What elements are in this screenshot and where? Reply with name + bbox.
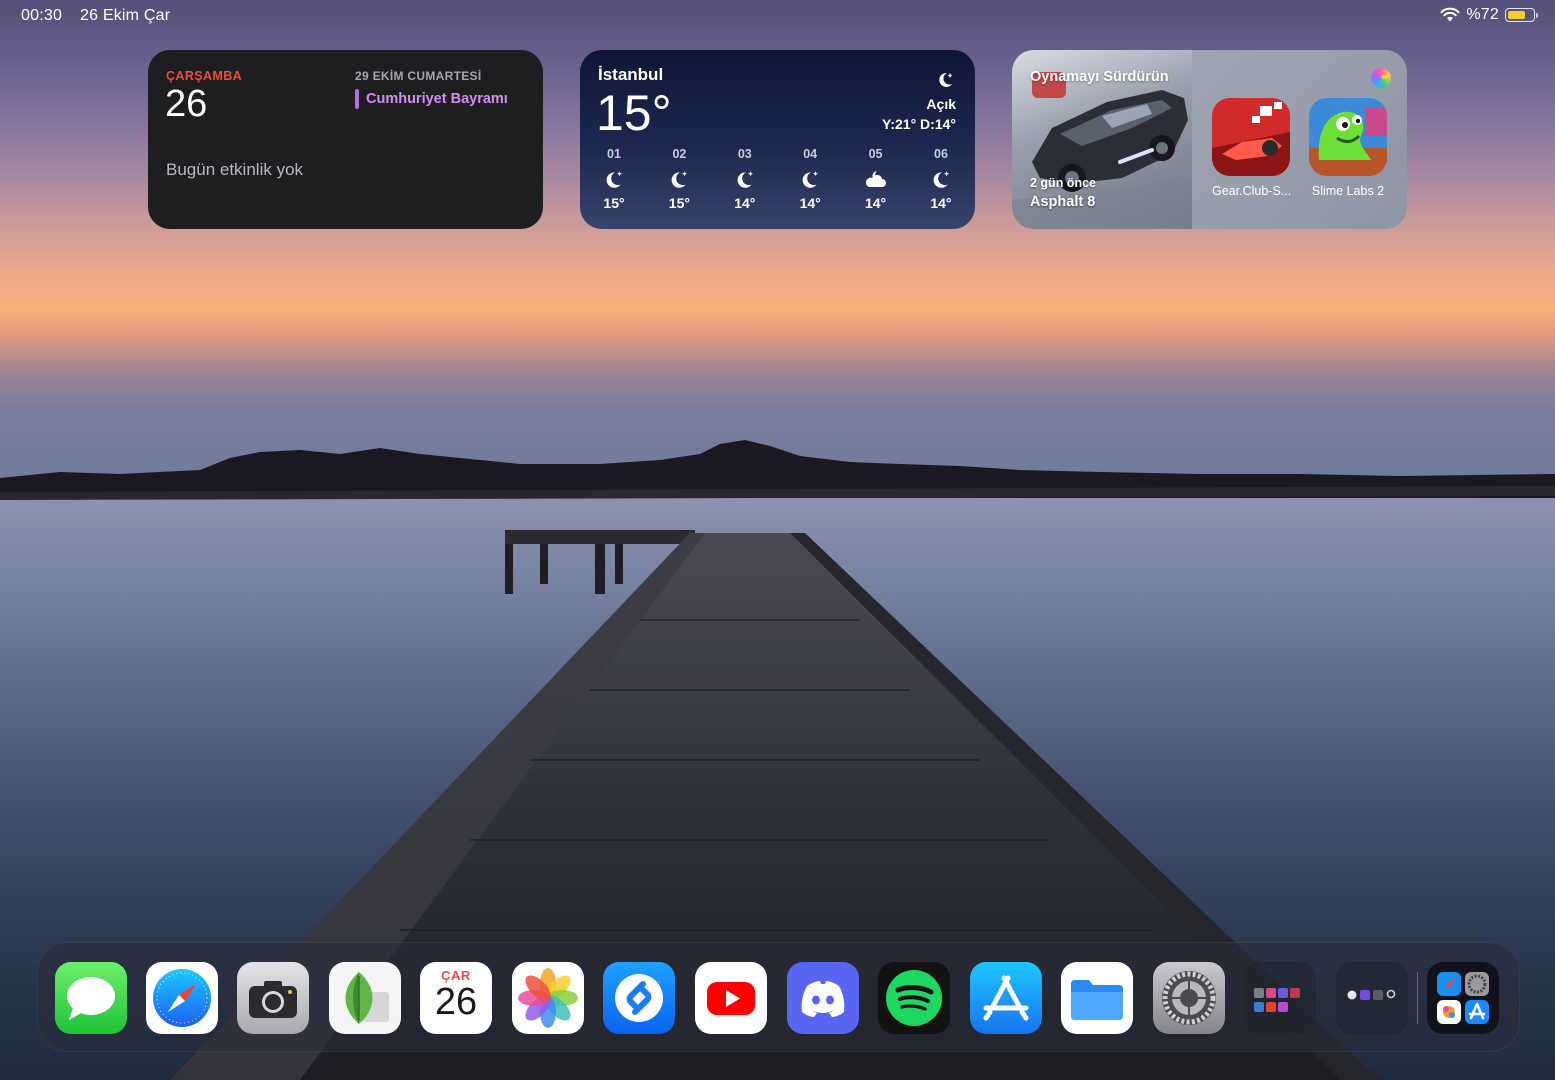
- dock-app-spotify[interactable]: [878, 962, 950, 1034]
- game-last-played-time: 2 gün önce: [1030, 176, 1096, 190]
- dock-app-discord[interactable]: [787, 962, 859, 1034]
- status-date: 26 Ekim Çar: [80, 7, 171, 24]
- calendar-day-number: 26: [165, 83, 208, 125]
- weather-temperature: 15°: [596, 85, 672, 141]
- game-center-icon: [1371, 68, 1391, 88]
- calendar-icon-month: ÇAR: [441, 968, 471, 983]
- status-time: 00:30: [21, 7, 63, 24]
- weather-hour-temp: 14°: [930, 195, 952, 211]
- dock-app-messages[interactable]: [55, 962, 127, 1034]
- gear-club-icon: [1212, 98, 1290, 176]
- weather-hour-temp: 15°: [603, 195, 625, 211]
- battery-icon: [1505, 8, 1538, 22]
- game-app-label: Gear.Club-S...: [1212, 184, 1292, 198]
- moon-stars-icon: [603, 165, 625, 193]
- photos-icon: [518, 968, 578, 1028]
- weather-hour-label: 06: [934, 147, 948, 161]
- battery-fill: [1508, 11, 1526, 19]
- weather-widget[interactable]: İstanbul 15° Açık Y:21° D:14° 01 15° 02 …: [580, 50, 975, 229]
- cloud-moon-icon: [863, 165, 889, 193]
- weather-hour-label: 02: [672, 147, 687, 161]
- dock-app-snapseed[interactable]: [329, 962, 401, 1034]
- weather-hour: 06 14°: [921, 147, 961, 211]
- dock-app-calendar[interactable]: ÇAR 26: [420, 962, 492, 1034]
- app-store-icon: [970, 962, 1042, 1034]
- games-folder-icon: [1254, 988, 1300, 1012]
- youtube-icon: [707, 982, 755, 1015]
- weather-hour: 04 14°: [790, 147, 830, 211]
- dock: ÇAR 26: [37, 942, 1520, 1052]
- moon-stars-icon: [734, 165, 756, 193]
- snapseed-icon: [329, 962, 401, 1034]
- utilities-folder-icon: [1347, 989, 1396, 1000]
- dock-divider: [1417, 972, 1418, 1024]
- safari-icon: [146, 962, 218, 1034]
- game-center-widget[interactable]: Oynamayı Sürdürün 2 gün önce Asphalt 8 G…: [1012, 50, 1407, 229]
- game-app-gearclub[interactable]: Gear.Club-S...: [1212, 98, 1292, 198]
- calendar-icon-day: 26: [434, 981, 478, 1023]
- game-app-slime-labs[interactable]: Slime Labs 2: [1309, 98, 1387, 198]
- dock-folder-utilities[interactable]: [1336, 962, 1408, 1034]
- dock-app-camera[interactable]: [237, 962, 309, 1034]
- battery-nub: [1536, 12, 1538, 18]
- calendar-event-title: Cumhuriyet Bayramı: [366, 91, 508, 107]
- spotify-icon: [886, 970, 942, 1026]
- app-library-icon: [1437, 972, 1489, 1024]
- moon-stars-icon: [930, 165, 952, 193]
- dock-app-shazam[interactable]: [603, 962, 675, 1034]
- settings-icon: [1153, 962, 1225, 1034]
- dock-recent-apps[interactable]: [1427, 962, 1499, 1034]
- files-icon: [1071, 980, 1123, 1020]
- weather-hour-temp: 15°: [668, 195, 690, 211]
- moon-stars-icon: [668, 165, 690, 193]
- weather-high-low: Y:21° D:14°: [882, 116, 956, 132]
- weather-hour: 05 14°: [856, 147, 896, 211]
- calendar-event[interactable]: Cumhuriyet Bayramı: [355, 89, 508, 109]
- camera-icon: [237, 962, 309, 1034]
- dock-app-settings[interactable]: [1153, 962, 1225, 1034]
- weather-condition: Açık: [926, 96, 956, 112]
- status-bar: 00:30 26 Ekim Çar %72: [0, 0, 1555, 32]
- weather-hour-label: 01: [607, 147, 621, 161]
- weather-hour-temp: 14°: [864, 195, 887, 211]
- calendar-weekday: ÇARŞAMBA: [166, 69, 243, 83]
- status-right: %72: [1440, 6, 1538, 24]
- calendar-no-events: Bugün etkinlik yok: [166, 160, 304, 179]
- dock-app-youtube[interactable]: [695, 962, 767, 1034]
- slime-labs-icon: [1309, 98, 1387, 176]
- weather-hour-label: 05: [868, 147, 883, 161]
- game-app-label: Slime Labs 2: [1311, 184, 1385, 198]
- weather-hour: 02 15°: [659, 147, 699, 211]
- weather-hour-label: 03: [737, 147, 752, 161]
- shazam-icon: [603, 962, 675, 1034]
- moon-stars-icon: [799, 165, 821, 193]
- messages-icon: [55, 962, 127, 1034]
- weather-hour: 03 14°: [725, 147, 765, 211]
- calendar-event-color-bar: [355, 89, 359, 109]
- dock-app-app-store[interactable]: [970, 962, 1042, 1034]
- dock-app-safari[interactable]: [146, 962, 218, 1034]
- dock-app-photos[interactable]: [512, 962, 584, 1034]
- discord-icon: [801, 981, 845, 1017]
- moon-stars-icon: [939, 72, 953, 87]
- calendar-icon: ÇAR 26: [420, 962, 492, 1034]
- dock-app-files[interactable]: [1061, 962, 1133, 1034]
- calendar-widget[interactable]: ÇARŞAMBA 26 29 EKİM CUMARTESİ Cumhuriyet…: [148, 50, 543, 229]
- weather-hour-label: 04: [803, 147, 818, 161]
- game-last-played-name: Asphalt 8: [1030, 194, 1096, 210]
- dock-folder-games[interactable]: [1244, 962, 1316, 1034]
- weather-hour-temp: 14°: [734, 195, 756, 211]
- game-widget-title: Oynamayı Sürdürün: [1030, 69, 1169, 85]
- battery-percent: %72: [1466, 6, 1499, 23]
- weather-hour-temp: 14°: [799, 195, 821, 211]
- weather-hour: 01 15°: [594, 147, 634, 211]
- weather-city: İstanbul: [598, 65, 664, 84]
- wifi-icon: [1440, 7, 1460, 22]
- calendar-upcoming-date: 29 EKİM CUMARTESİ: [355, 69, 482, 83]
- weather-hourly-forecast: 01 15° 02 15° 03 14° 04 14° 05 14° 06 14…: [594, 147, 961, 211]
